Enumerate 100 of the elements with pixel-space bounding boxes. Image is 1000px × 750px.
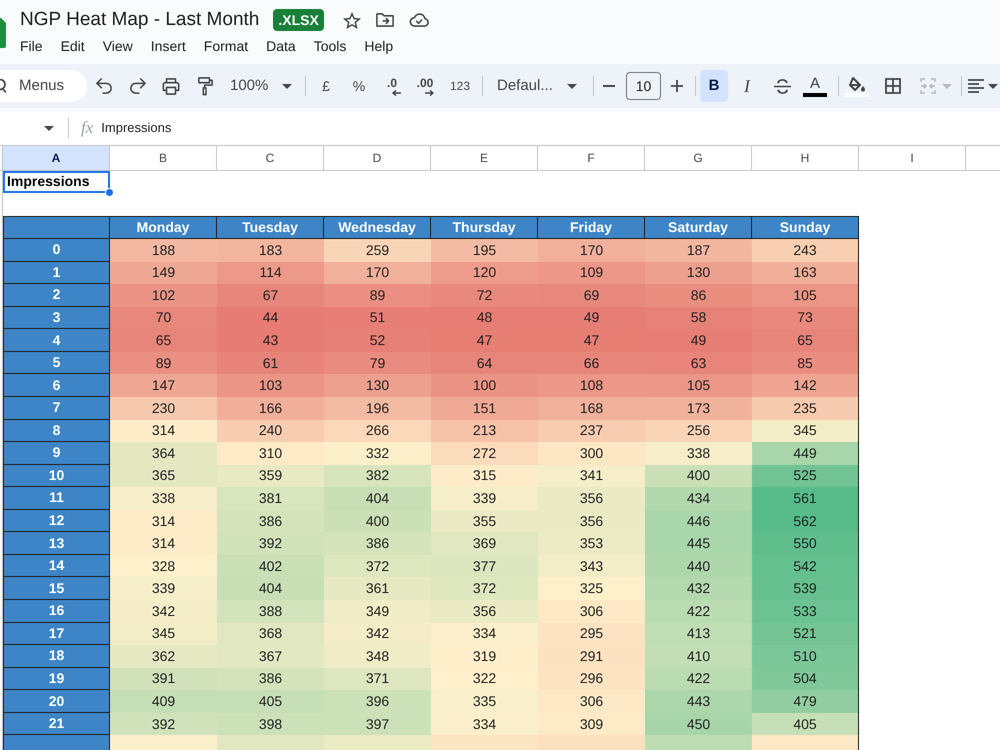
caret-icon[interactable] [44,126,54,130]
heat-map-cell: 130 [645,262,752,284]
column-letter-header[interactable]: A [3,146,110,170]
menu-item[interactable]: Tools [314,37,346,55]
heat-map-cell: 259 [324,239,431,262]
star-icon[interactable] [342,12,361,28]
heat-map-cell: 396 [324,690,431,713]
search-field[interactable]: Menus [0,70,87,102]
align-left-icon[interactable] [968,79,984,93]
heat-map-cell: 422 [645,668,752,690]
row-label-cell: 0 [3,239,110,262]
borders-icon[interactable] [885,78,901,94]
heat-map-cell: 397 [324,712,431,736]
heat-map-cell: 372 [431,577,538,600]
heat-map-cell: 47 [431,329,538,352]
heat-map-cell: 398 [217,712,324,736]
heat-map-cell: 342 [324,622,431,646]
row-label-cell: 8 [3,420,110,442]
font-dropdown[interactable]: Defaul... [489,72,585,100]
heat-map-cell: 432 [645,577,752,600]
heat-map-cell: 69 [538,284,645,307]
heat-map-cell: 348 [324,645,431,668]
bold-button[interactable]: B [700,70,728,102]
paint-roller-icon[interactable] [198,76,212,96]
heat-map-cell: 405 [752,712,859,736]
undo-icon[interactable] [96,78,112,94]
number-format-button[interactable]: 123 [444,72,476,100]
heat-map-cell: 149 [110,262,217,284]
decrease-decimal-button[interactable]: .0 [378,72,406,100]
row-label-cell: 12 [3,510,110,532]
heat-map-cell: 392 [110,712,217,736]
heat-map-cell: 367 [217,645,324,668]
heat-map-cell: 187 [645,239,752,262]
heat-map-cell: 479 [752,690,859,713]
font-size-field[interactable]: 10 [626,72,661,100]
italic-button[interactable]: I [733,70,761,102]
heat-map-cell: 539 [752,577,859,600]
heat-map-cell: 61 [217,352,324,374]
currency-button[interactable]: £ [312,72,340,100]
heat-map-cell: 349 [324,600,431,623]
day-header-cell: Saturday [645,216,752,239]
menu-item[interactable]: Insert [150,37,186,55]
document-title[interactable]: NGP Heat Map - Last Month [20,8,260,32]
heat-map-cell: 235 [752,396,859,420]
caret-icon[interactable] [567,84,577,88]
heat-map-cell: 525 [752,464,859,488]
heat-map-cell: 49 [645,329,752,352]
row-label-cell: 2 [3,284,110,307]
heat-map-cell: 240 [217,420,324,442]
fill-handle[interactable] [105,188,114,197]
caret-icon[interactable] [988,84,998,88]
heat-map-cell: 450 [645,712,752,736]
function-label: fx [81,118,94,138]
selected-cell[interactable]: Impressions [3,171,110,193]
folder-arrow-icon[interactable] [376,13,394,27]
formula-input-field[interactable]: Impressions [101,112,1000,144]
heat-map-cell: 79 [324,352,431,374]
zoom-dropdown[interactable]: 100% [224,72,300,100]
heat-map-cell: 89 [110,352,217,374]
redo-icon[interactable] [130,78,146,94]
row-label-cell: 14 [3,554,110,578]
heat-map-cell: 355 [431,510,538,532]
menu-item[interactable]: Data [266,37,296,55]
increase-decimal-button[interactable]: .00 [411,72,439,100]
text-color-button[interactable]: A [801,72,829,100]
heat-map-cell: 142 [752,374,859,397]
heat-map-cell: 51 [324,306,431,330]
menu-item[interactable]: Edit [60,37,85,55]
row-label-cell: 10 [3,464,110,488]
heat-map-cell: 105 [752,284,859,307]
heat-map-cell: 314 [110,420,217,442]
percent-button[interactable]: % [345,72,373,100]
cloud-check-icon[interactable] [408,13,429,27]
heat-map-cell: 386 [217,510,324,532]
heat-map-cell: 147 [110,374,217,397]
heat-map-cell: 315 [431,464,538,488]
heat-map-cell: 510 [752,645,859,668]
heat-map-cell: 404 [324,487,431,510]
paint-bucket-icon[interactable] [845,76,869,96]
heat-map-cell: 334 [431,712,538,736]
day-header-cell: Sunday [752,216,859,239]
menu-item[interactable]: Help [364,37,394,55]
row-label-cell: 11 [3,487,110,510]
heat-map-cell: 400 [645,464,752,488]
heat-map-cell: 371 [324,668,431,690]
file-format-badge: .XLSX [273,9,324,31]
menu-item[interactable]: View [102,37,133,55]
document-icon[interactable] [0,18,6,48]
heat-map-cell: 70 [110,306,217,330]
menu-item[interactable]: File [20,37,43,55]
heat-map-cell: 362 [110,645,217,668]
caret-icon[interactable] [282,84,292,88]
heat-map-cell: 422 [645,600,752,623]
heat-map-cell: 49 [538,306,645,330]
plus-icon[interactable] [671,80,683,92]
print-icon[interactable] [162,78,180,94]
heat-map-cell: 319 [431,645,538,668]
menu-item[interactable]: Format [204,37,248,55]
heat-map-cell: 306 [538,690,645,713]
strikethrough-icon[interactable] [774,78,790,94]
